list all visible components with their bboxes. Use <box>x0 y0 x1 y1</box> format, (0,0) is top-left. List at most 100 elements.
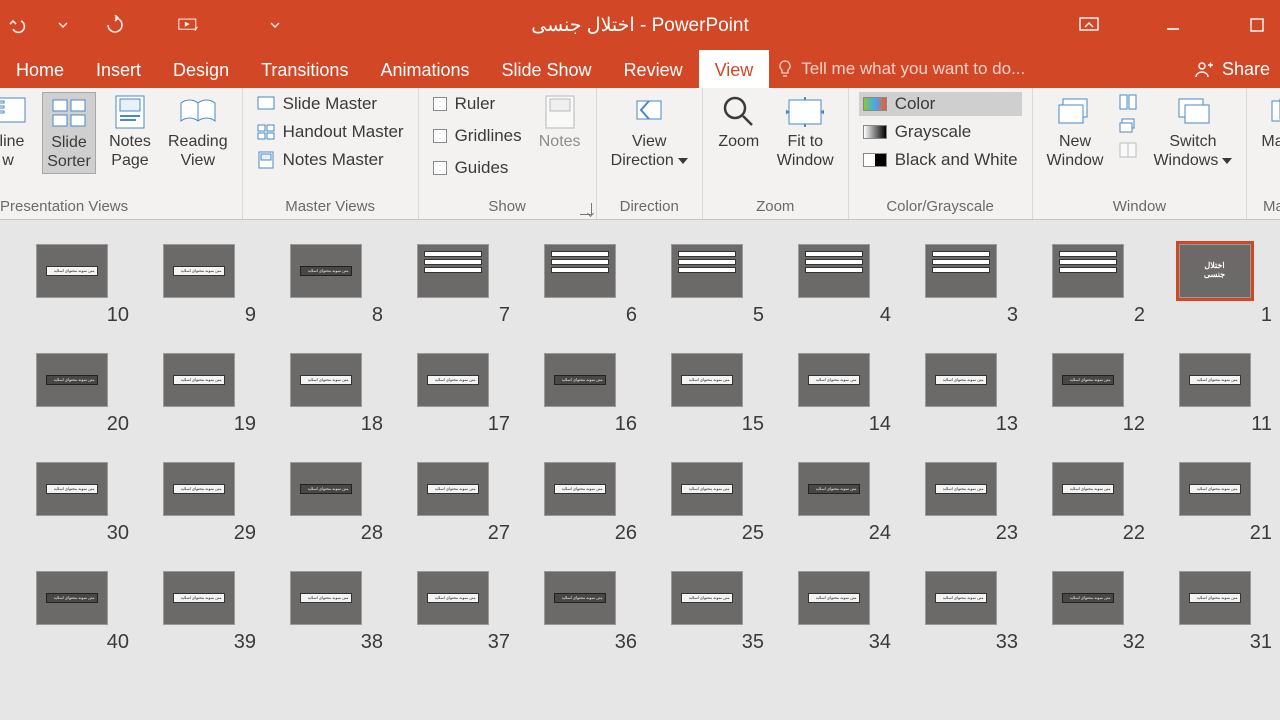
slide-thumbnail[interactable]: متن نمونه محتوای اسلاید33 <box>897 571 1024 654</box>
notes-page-button[interactable]: NotesPage <box>104 92 156 174</box>
handout-master-button[interactable]: Handout Master <box>253 120 408 144</box>
dialog-launcher-icon[interactable] <box>580 203 592 215</box>
slide-thumbnail[interactable]: متن نمونه محتوای اسلاید39 <box>135 571 262 654</box>
slide-number: 34 <box>770 625 897 654</box>
slide-thumbnail[interactable]: متن نمونه محتوای اسلاید36 <box>516 571 643 654</box>
slide-thumbnail[interactable]: 2 <box>1024 244 1151 327</box>
tab-home[interactable]: Home <box>0 50 80 88</box>
view-direction-button[interactable]: ViewDirection <box>607 92 692 172</box>
slide-thumbnail[interactable]: 4 <box>770 244 897 327</box>
slide-thumbnail[interactable]: متن نمونه محتوای اسلاید34 <box>770 571 897 654</box>
minimize-button[interactable] <box>1150 0 1196 50</box>
slide-thumbnail[interactable]: متن نمونه محتوای اسلاید11 <box>1151 353 1278 436</box>
slide-thumbnail[interactable]: متن نمونه محتوای اسلاید22 <box>1024 462 1151 545</box>
ribbon-display-options-icon[interactable] <box>1066 0 1112 50</box>
start-from-beginning-button[interactable] <box>178 14 200 36</box>
tab-view[interactable]: View <box>699 50 770 88</box>
slide-thumbnail[interactable]: متن نمونه محتوای اسلاید9 <box>135 244 262 327</box>
quick-access-toolbar <box>0 14 286 36</box>
slide-number: 20 <box>8 407 135 436</box>
slide-thumbnail[interactable]: متن نمونه محتوای اسلاید27 <box>389 462 516 545</box>
share-button[interactable]: Share <box>1184 50 1280 88</box>
undo-button[interactable] <box>6 14 28 36</box>
switch-windows-button[interactable]: SwitchWindows <box>1149 92 1236 172</box>
slide-thumbnail[interactable]: متن نمونه محتوای اسلاید29 <box>135 462 262 545</box>
slide-thumbnail[interactable]: متن نمونه محتوای اسلاید31 <box>1151 571 1278 654</box>
slide-thumbnail[interactable]: متن نمونه محتوای اسلاید18 <box>262 353 389 436</box>
arrange-all-icon <box>1119 94 1137 110</box>
slide-thumbnail[interactable]: متن نمونه محتوای اسلاید19 <box>135 353 262 436</box>
slide-thumbnail[interactable]: متن نمونه محتوای اسلاید14 <box>770 353 897 436</box>
slide-thumbnail[interactable]: متن نمونه محتوای اسلاید25 <box>643 462 770 545</box>
slide-sorter-button[interactable]: SlideSorter <box>42 92 96 174</box>
zoom-button[interactable]: Zoom <box>713 92 765 172</box>
slide-number: 16 <box>516 407 643 436</box>
slide-thumbnail[interactable]: متن نمونه محتوای اسلاید40 <box>8 571 135 654</box>
slide-thumbnail[interactable]: متن نمونه محتوای اسلاید35 <box>643 571 770 654</box>
slide-thumbnail[interactable]: متن نمونه محتوای اسلاید20 <box>8 353 135 436</box>
tab-transitions[interactable]: Transitions <box>245 50 364 88</box>
lightbulb-icon <box>777 59 793 79</box>
slide-thumbnail[interactable]: متن نمونه محتوای اسلاید26 <box>516 462 643 545</box>
slide-thumbnail[interactable]: متن نمونه محتوای اسلاید37 <box>389 571 516 654</box>
slide-thumbnail[interactable]: متن نمونه محتوای اسلاید8 <box>262 244 389 327</box>
tab-review[interactable]: Review <box>608 50 699 88</box>
color-button[interactable]: Color <box>859 92 1022 116</box>
tab-animations[interactable]: Animations <box>364 50 485 88</box>
slide-number: 37 <box>389 625 516 654</box>
slide-thumbnail[interactable]: اختلال جنسی1 <box>1151 244 1278 327</box>
cascade-button[interactable] <box>1115 116 1141 136</box>
tab-insert[interactable]: Insert <box>80 50 157 88</box>
black-and-white-button[interactable]: Black and White <box>859 148 1022 172</box>
move-split-button[interactable] <box>1115 140 1141 160</box>
guides-checkbox[interactable]: Guides <box>429 156 526 180</box>
notes-button[interactable]: Notes <box>534 92 586 180</box>
slide-thumbnail[interactable]: 7 <box>389 244 516 327</box>
fit-to-window-button[interactable]: Fit toWindow <box>773 92 838 172</box>
qat-customize-icon[interactable] <box>264 14 286 36</box>
slide-thumbnail[interactable]: متن نمونه محتوای اسلاید10 <box>8 244 135 327</box>
slide-thumbnail[interactable]: متن نمونه محتوای اسلاید21 <box>1151 462 1278 545</box>
slide-number: 32 <box>1024 625 1151 654</box>
arrange-all-button[interactable] <box>1115 92 1141 112</box>
slide-thumbnail[interactable]: متن نمونه محتوای اسلاید30 <box>8 462 135 545</box>
share-label: Share <box>1222 59 1270 80</box>
tab-slide-show[interactable]: Slide Show <box>486 50 608 88</box>
slide-thumbnail[interactable]: متن نمونه محتوای اسلاید16 <box>516 353 643 436</box>
ruler-checkbox[interactable]: Ruler <box>429 92 526 116</box>
slide-sorter-pane[interactable]: اختلال جنسی1234567متن نمونه محتوای اسلای… <box>0 220 1280 720</box>
slide-number: 23 <box>897 516 1024 545</box>
slide-thumbnail[interactable]: متن نمونه محتوای اسلاید32 <box>1024 571 1151 654</box>
slide-number: 36 <box>516 625 643 654</box>
slide-thumbnail[interactable]: متن نمونه محتوای اسلاید15 <box>643 353 770 436</box>
slide-thumbnail[interactable]: متن نمونه محتوای اسلاید23 <box>897 462 1024 545</box>
repeat-button[interactable] <box>104 14 126 36</box>
group-label: Color/Grayscale <box>859 196 1022 217</box>
tell-me-search[interactable]: Tell me what you want to do... <box>777 50 1025 88</box>
new-window-button[interactable]: NewWindow <box>1043 92 1108 172</box>
slide-thumbnail[interactable]: متن نمونه محتوای اسلاید13 <box>897 353 1024 436</box>
outline-view-button[interactable]: clinew <box>0 92 34 174</box>
gridlines-checkbox[interactable]: Gridlines <box>429 124 526 148</box>
macros-button[interactable]: Macros <box>1257 92 1280 153</box>
chevron-down-icon <box>678 158 688 164</box>
qat-dropdown-icon[interactable] <box>52 14 74 36</box>
slide-thumbnail[interactable]: 6 <box>516 244 643 327</box>
slide-thumbnail[interactable]: متن نمونه محتوای اسلاید38 <box>262 571 389 654</box>
slide-thumbnail[interactable]: متن نمونه محتوای اسلاید24 <box>770 462 897 545</box>
grayscale-button[interactable]: Grayscale <box>859 120 1022 144</box>
slide-thumbnail[interactable]: 3 <box>897 244 1024 327</box>
group-label: Master Views <box>253 196 408 217</box>
reading-view-button[interactable]: ReadingView <box>164 92 232 174</box>
slide-master-button[interactable]: Slide Master <box>253 92 408 116</box>
slide-number: 21 <box>1151 516 1278 545</box>
slide-number: 26 <box>516 516 643 545</box>
slide-thumbnail[interactable]: متن نمونه محتوای اسلاید28 <box>262 462 389 545</box>
notes-master-button[interactable]: Notes Master <box>253 148 408 172</box>
tab-design[interactable]: Design <box>157 50 245 88</box>
maximize-button[interactable] <box>1234 0 1280 50</box>
slide-thumbnail[interactable]: متن نمونه محتوای اسلاید17 <box>389 353 516 436</box>
group-label: Zoom <box>713 196 838 217</box>
slide-thumbnail[interactable]: متن نمونه محتوای اسلاید12 <box>1024 353 1151 436</box>
slide-thumbnail[interactable]: 5 <box>643 244 770 327</box>
